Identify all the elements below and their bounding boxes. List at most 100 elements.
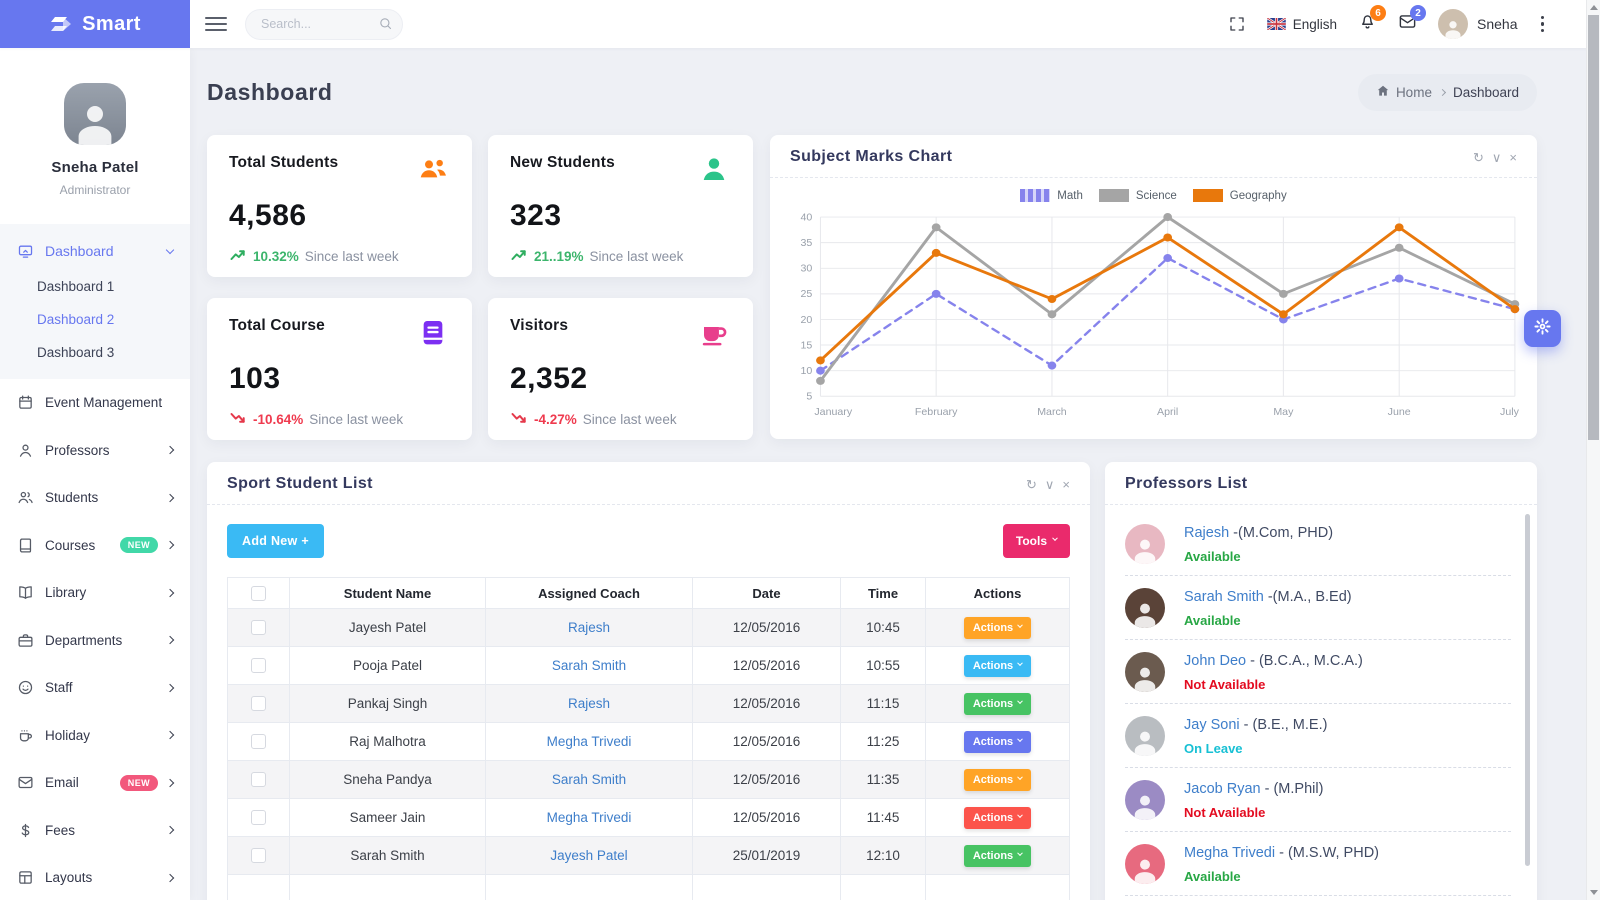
legend-item-science[interactable]: Science xyxy=(1099,189,1177,202)
sidebar-item-students[interactable]: Students xyxy=(0,474,190,522)
actions-button[interactable]: Actions xyxy=(964,769,1031,791)
user-menu[interactable]: Sneha xyxy=(1438,9,1517,39)
settings-fab[interactable] xyxy=(1524,310,1561,347)
sidebar-item-holiday[interactable]: Holiday xyxy=(0,712,190,760)
sidebar-item-staff[interactable]: Staff xyxy=(0,664,190,712)
scrollbar-thumb[interactable] xyxy=(1588,15,1599,440)
panel-close-icon[interactable]: × xyxy=(1509,151,1517,164)
column-header-student-name[interactable]: Student Name xyxy=(290,578,486,609)
select-all-checkbox[interactable] xyxy=(251,586,266,601)
panel-refresh-icon[interactable]: ↻ xyxy=(1473,151,1484,164)
date-cell: 12/05/2016 xyxy=(693,799,841,837)
panel-collapse-icon[interactable]: ∨ xyxy=(1492,151,1502,164)
row-checkbox[interactable] xyxy=(251,848,266,863)
scrollbar-down-arrow[interactable] xyxy=(1590,890,1598,895)
sidebar-subitem-dashboard-1[interactable]: Dashboard 1 xyxy=(0,270,190,303)
notifications-button[interactable]: 6 xyxy=(1358,12,1377,36)
professor-name-link[interactable]: Jay Soni xyxy=(1184,717,1240,733)
column-header-date[interactable]: Date xyxy=(693,578,841,609)
actions-button[interactable]: Actions xyxy=(964,845,1031,867)
search-icon[interactable] xyxy=(378,16,393,36)
svg-text:May: May xyxy=(1273,407,1294,418)
student-name-cell: Raj Malhotra xyxy=(290,723,486,761)
actions-button[interactable]: Actions xyxy=(964,617,1031,639)
legend-item-math[interactable]: Math xyxy=(1020,189,1083,202)
actions-button[interactable]: Actions xyxy=(964,655,1031,677)
stat-percent: 10.32% xyxy=(253,249,299,264)
stat-value: 4,586 xyxy=(229,199,450,233)
fullscreen-button[interactable] xyxy=(1228,15,1246,33)
sidebar-item-label: Email xyxy=(45,775,79,790)
column-header-time[interactable]: Time xyxy=(841,578,926,609)
sidebar-item-label: Staff xyxy=(45,680,73,695)
sidebar-item-layouts[interactable]: Layouts xyxy=(0,854,190,900)
legend-swatch xyxy=(1193,189,1223,202)
coach-link[interactable]: Rajesh xyxy=(568,620,610,635)
professor-name-link[interactable]: Jacob Ryan xyxy=(1184,781,1261,797)
coach-link[interactable]: Megha Trivedi xyxy=(547,734,632,749)
briefcase-icon xyxy=(17,632,34,649)
chevron-right-icon xyxy=(166,446,174,454)
sidebar-menu: Dashboard Dashboard 1Dashboard 2Dashboar… xyxy=(0,224,190,900)
row-checkbox[interactable] xyxy=(251,658,266,673)
professor-name-link[interactable]: Megha Trivedi xyxy=(1184,845,1275,861)
coach-link[interactable]: Megha Trivedi xyxy=(547,810,632,825)
row-checkbox[interactable] xyxy=(251,696,266,711)
coach-link[interactable]: Sarah Smith xyxy=(552,772,626,787)
sidebar-item-library[interactable]: Library xyxy=(0,569,190,617)
row-checkbox[interactable] xyxy=(251,810,266,825)
chart-panel-title: Subject Marks Chart xyxy=(790,148,952,166)
row-checkbox[interactable] xyxy=(251,772,266,787)
panel-refresh-icon[interactable]: ↻ xyxy=(1026,478,1037,491)
table-row: Sneha Pandya Sarah Smith 12/05/2016 11:3… xyxy=(228,761,1070,799)
sidebar-item-courses[interactable]: Courses NEW xyxy=(0,522,190,570)
language-selector[interactable]: English xyxy=(1267,17,1337,32)
chart-panel: Subject Marks Chart ↻ ∨ × Math Science Geo… xyxy=(770,135,1537,439)
column-header-actions[interactable]: Actions xyxy=(926,578,1070,609)
actions-button[interactable]: Actions xyxy=(964,693,1031,715)
actions-button[interactable]: Actions xyxy=(964,731,1031,753)
sidebar-item-dashboard[interactable]: Dashboard xyxy=(0,232,190,270)
actions-button[interactable]: Actions xyxy=(964,807,1031,829)
stat-label: Total Students xyxy=(229,154,338,172)
sidebar-item-fees[interactable]: Fees xyxy=(0,807,190,855)
breadcrumb-home-link[interactable]: Home xyxy=(1376,84,1432,101)
panel-collapse-icon[interactable]: ∨ xyxy=(1045,478,1055,491)
sidebar-group-dashboard: Dashboard Dashboard 1Dashboard 2Dashboar… xyxy=(0,224,190,379)
legend-item-geography[interactable]: Geography xyxy=(1193,189,1287,202)
coach-link[interactable]: Sarah Smith xyxy=(552,658,626,673)
tools-button[interactable]: Tools xyxy=(1003,524,1070,558)
page-scrollbar[interactable] xyxy=(1586,0,1600,900)
column-header-assigned-coach[interactable]: Assigned Coach xyxy=(486,578,693,609)
sidebar-subitem-dashboard-3[interactable]: Dashboard 3 xyxy=(0,336,190,369)
legend-label: Geography xyxy=(1230,190,1287,202)
professor-name-link[interactable]: Sarah Smith xyxy=(1184,589,1264,605)
coach-link[interactable]: Rajesh xyxy=(568,696,610,711)
panel-close-icon[interactable]: × xyxy=(1062,478,1070,491)
add-new-button[interactable]: Add New + xyxy=(227,524,324,558)
sidebar-subitem-dashboard-2[interactable]: Dashboard 2 xyxy=(0,303,190,336)
svg-text:June: June xyxy=(1388,407,1411,418)
scrollbar-up-arrow[interactable] xyxy=(1590,5,1598,10)
messages-button[interactable]: 2 xyxy=(1398,12,1417,36)
professor-item: Jay Soni - (B.E., M.E.) On Leave xyxy=(1125,704,1511,768)
professors-scrollbar[interactable] xyxy=(1525,514,1530,866)
professor-name-link[interactable]: Rajesh xyxy=(1184,525,1229,541)
professor-name-link[interactable]: John Deo xyxy=(1184,653,1246,669)
row-checkbox[interactable] xyxy=(251,620,266,635)
sidebar-item-event-management[interactable]: Event Management xyxy=(0,379,190,427)
sidebar-item-email[interactable]: Email NEW xyxy=(0,759,190,807)
professor-status: Available xyxy=(1184,613,1352,628)
hamburger-menu-button[interactable] xyxy=(205,17,227,31)
brand[interactable]: Smart xyxy=(0,0,190,48)
row-checkbox[interactable] xyxy=(251,734,266,749)
brand-name: Smart xyxy=(82,13,141,36)
chevron-right-icon xyxy=(166,874,174,882)
professor-item: Megha Trivedi - (M.S.W, PHD) Available xyxy=(1125,832,1511,896)
sidebar-item-departments[interactable]: Departments xyxy=(0,617,190,665)
coach-link[interactable]: Jayesh Patel xyxy=(550,848,627,863)
open-book-icon xyxy=(17,584,34,601)
kebab-menu-button[interactable] xyxy=(1539,14,1547,35)
sidebar-item-professors[interactable]: Professors xyxy=(0,427,190,475)
stat-note: Since last week xyxy=(583,412,677,427)
